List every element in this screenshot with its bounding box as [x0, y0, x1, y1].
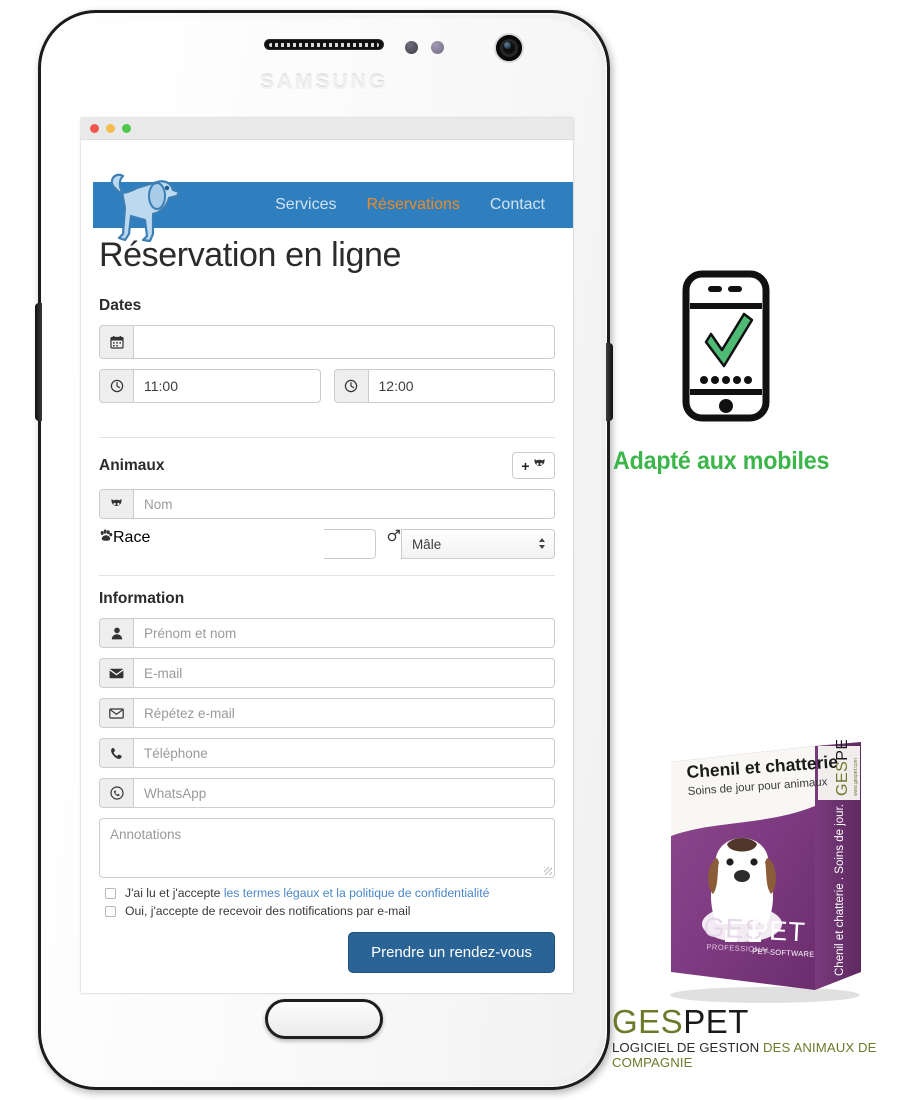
whatsapp-icon	[99, 778, 133, 808]
minimize-dot[interactable]	[106, 124, 115, 133]
animaux-header-row: Animaux +	[99, 452, 555, 479]
date-field-group[interactable]	[99, 325, 555, 359]
phone-input[interactable]: Téléphone	[133, 738, 555, 768]
consent-checkbox[interactable]	[105, 887, 116, 899]
race-input[interactable]: Race	[113, 529, 324, 559]
email-repeat-group[interactable]: Répétez e-mail	[99, 698, 555, 728]
power-button[interactable]	[606, 343, 613, 421]
add-pet-icon	[533, 458, 546, 473]
section-heading-information: Information	[99, 590, 185, 607]
plus-label: +	[521, 457, 530, 474]
gespet-footer-logo: GESPET LOGICIEL DE GESTION DES ANIMAUX D…	[612, 1005, 900, 1070]
terms-link[interactable]: les termes légaux et la politique de con…	[224, 886, 490, 900]
phone-screen: Services Réservations Contact Réservatio…	[81, 118, 573, 993]
maximize-dot[interactable]	[122, 124, 131, 133]
paw-icon	[99, 529, 113, 559]
newsletter-label: Oui, j'accepte de recevoir des notificat…	[125, 904, 411, 918]
whatsapp-input[interactable]: WhatsApp	[133, 778, 555, 808]
home-button[interactable]	[265, 999, 383, 1039]
consent-text: J'ai lu et j'accepte les termes légaux e…	[125, 886, 489, 900]
email-input[interactable]: E-mail	[133, 658, 555, 688]
race-gender-row: Race Mâle	[99, 529, 555, 559]
proximity-sensor-icon	[405, 41, 418, 54]
dog-logo[interactable]	[93, 168, 189, 250]
consent-row[interactable]: J'ai lu et j'accepte les termes légaux e…	[105, 886, 555, 900]
gespet-wordmark: GESPET	[612, 1005, 900, 1038]
email-repeat-input[interactable]: Répétez e-mail	[133, 698, 555, 728]
phone-icon	[99, 738, 133, 768]
browser-chrome	[81, 118, 573, 140]
page-body: Réservation en ligne Dates 11:00 12:00 A…	[81, 236, 573, 973]
mail-filled-icon	[99, 658, 133, 688]
nav-item-reservations[interactable]: Réservations	[366, 196, 459, 214]
add-pet-button[interactable]: +	[512, 452, 555, 479]
divider	[99, 575, 555, 576]
newsletter-row[interactable]: Oui, j'accepte de recevoir des notificat…	[105, 904, 555, 918]
spine-logo: GESPET	[834, 740, 851, 796]
newsletter-checkbox[interactable]	[105, 905, 116, 917]
user-icon	[99, 618, 133, 648]
fullname-group[interactable]: Prénom et nom	[99, 618, 555, 648]
phone-device: SAMSUNG Services Réservations Contact Ré…	[35, 10, 613, 1090]
race-extra-field[interactable]	[323, 529, 376, 559]
nav-item-services[interactable]: Services	[275, 196, 336, 214]
email-group[interactable]: E-mail	[99, 658, 555, 688]
divider	[99, 437, 555, 438]
spine-text: Chenil et chatterie . Soins de jour.	[834, 804, 846, 976]
annotations-textarea[interactable]: Annotations	[99, 818, 555, 878]
race-group[interactable]: Race	[99, 529, 376, 559]
phone-group[interactable]: Téléphone	[99, 738, 555, 768]
nav-item-contact[interactable]: Contact	[490, 196, 545, 214]
time-row: 11:00 12:00	[99, 369, 555, 403]
submit-row: Prendre un rendez-vous	[99, 932, 555, 973]
time-start-group[interactable]: 11:00	[99, 369, 321, 403]
close-dot[interactable]	[90, 124, 99, 133]
pet-face-icon	[99, 489, 133, 519]
light-sensor-icon	[431, 41, 444, 54]
gespet-tagline: LOGICIEL DE GESTION DES ANIMAUX DE COMPA…	[612, 1040, 900, 1070]
product-boxshot: Chenil et chatterie Soins de jour pour a…	[655, 728, 890, 1005]
clock-icon	[333, 369, 368, 403]
site-header: Services Réservations Contact	[81, 140, 573, 243]
pet-name-group[interactable]: Nom	[99, 489, 555, 519]
time-start-input[interactable]: 11:00	[133, 369, 321, 403]
website-content: Services Réservations Contact Réservatio…	[81, 140, 573, 993]
whatsapp-group[interactable]: WhatsApp	[99, 778, 555, 808]
mail-outline-icon	[99, 698, 133, 728]
svg-text:PET: PET	[750, 914, 807, 947]
section-heading-animaux: Animaux	[99, 456, 165, 474]
gender-icon	[386, 529, 401, 559]
time-end-group[interactable]: 12:00	[333, 369, 555, 403]
gespet-ges: GES	[612, 1003, 684, 1040]
gespet-pet: PET	[683, 1003, 749, 1040]
section-heading-dates: Dates	[99, 297, 142, 314]
volume-button[interactable]	[35, 303, 42, 421]
mobile-check-icon	[682, 270, 770, 422]
chevron-updown-icon	[538, 537, 546, 552]
submit-button[interactable]: Prendre un rendez-vous	[348, 932, 555, 973]
consent-prefix: J'ai lu et j'accepte	[125, 886, 224, 900]
adapted-mobile-text: Adapté aux mobiles	[613, 447, 830, 475]
gender-group[interactable]: Mâle	[386, 529, 555, 559]
gender-value: Mâle	[411, 536, 442, 552]
date-input[interactable]	[133, 325, 555, 359]
time-end-input[interactable]: 12:00	[367, 369, 555, 403]
front-camera-icon	[496, 35, 522, 61]
speaker-grille-icon	[264, 39, 384, 50]
pet-name-input[interactable]: Nom	[133, 489, 555, 519]
calendar-icon	[99, 325, 133, 359]
clock-icon	[99, 369, 133, 403]
fullname-input[interactable]: Prénom et nom	[133, 618, 555, 648]
tagline-dark: LOGICIEL DE GESTION	[612, 1040, 764, 1055]
device-brand: SAMSUNG	[259, 71, 389, 94]
spine-url: www.gespet.com	[853, 758, 859, 796]
gender-select[interactable]: Mâle	[400, 529, 555, 559]
